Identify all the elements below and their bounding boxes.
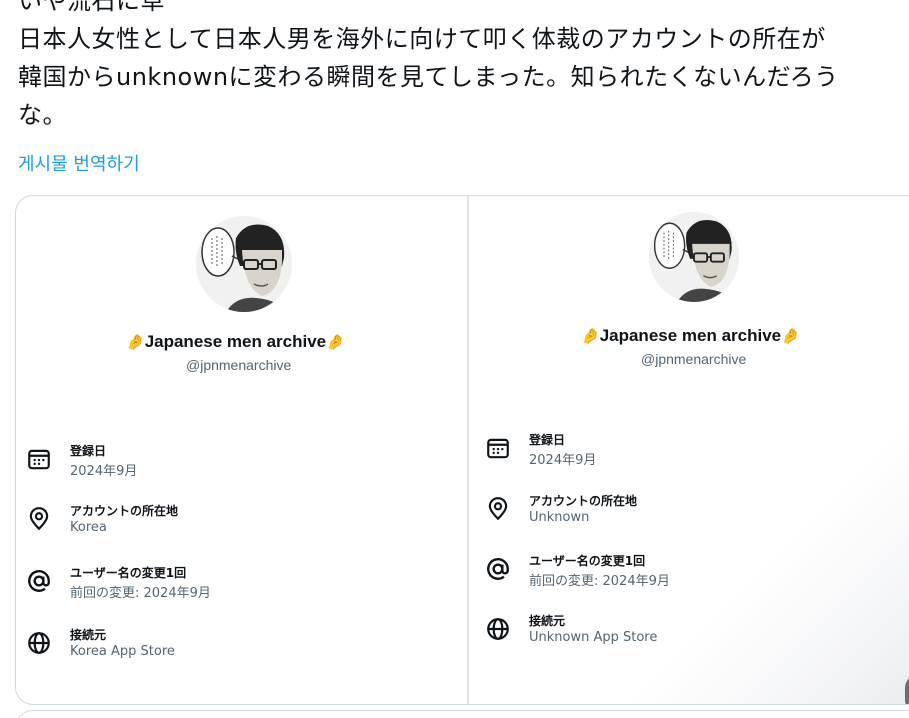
info-label: 接続元 <box>529 614 566 628</box>
attached-image[interactable]: 🤌Japanese men archive🤌 @jpnmenarchive 登録… <box>15 195 909 705</box>
profile-panel-after: 🤌Japanese men archive🤌 @jpnmenarchive 登録… <box>469 196 909 704</box>
info-label: 接続元 <box>70 628 107 642</box>
next-media-card[interactable] <box>15 710 909 718</box>
tweet-text: いや流石に草 日本人女性として日本人男を海外に向けて叩く体裁のアカウントの所在が… <box>18 0 909 134</box>
globe-icon <box>26 630 52 656</box>
info-label: アカウントの所在地 <box>70 504 179 518</box>
at-sign-icon <box>485 556 511 582</box>
tweet-line-1: いや流石に草 <box>18 0 165 15</box>
display-name: 🤌Japanese men archive🤌 <box>126 332 345 351</box>
info-value: Korea <box>70 520 107 535</box>
info-value: Unknown App Store <box>529 630 658 645</box>
pinched-fingers-icon: 🤌 <box>781 328 800 345</box>
calendar-icon <box>485 435 511 461</box>
translate-post-link[interactable]: 게시물 번역하기 <box>18 150 140 176</box>
at-sign-icon <box>26 568 52 594</box>
info-label: ユーザー名の変更1回 <box>70 566 187 580</box>
globe-icon <box>485 616 511 642</box>
avatar <box>196 216 292 312</box>
display-name: 🤌Japanese men archive🤌 <box>581 326 800 345</box>
info-value: 2024年9月 <box>70 464 138 479</box>
info-value: Korea App Store <box>70 644 175 659</box>
location-pin-icon <box>485 496 511 522</box>
info-label: アカウントの所在地 <box>529 494 638 508</box>
pinched-fingers-icon: 🤌 <box>126 334 145 351</box>
tweet-line-3: 韓国からunknownに変わる瞬間を見てしまった。知られたくないんだろう <box>18 63 839 91</box>
pinched-fingers-icon: 🤌 <box>581 328 600 345</box>
tweet-line-2: 日本人女性として日本人男を海外に向けて叩く体裁のアカウントの所在が <box>18 25 826 53</box>
user-handle: @jpnmenarchive <box>641 351 747 367</box>
tweet-line-4: な。 <box>18 101 67 129</box>
user-handle: @jpnmenarchive <box>186 357 292 373</box>
info-value: 前回の変更: 2024年9月 <box>70 586 211 601</box>
info-label: 登録日 <box>70 444 107 458</box>
info-label: 登録日 <box>529 433 566 447</box>
info-label: ユーザー名の変更1回 <box>529 554 646 568</box>
avatar <box>649 212 739 302</box>
info-value: 前回の変更: 2024年9月 <box>529 574 670 589</box>
pinched-fingers-icon: 🤌 <box>326 334 345 351</box>
info-value: Unknown <box>529 510 590 525</box>
tweet-page: いや流石に草 日本人女性として日本人男を海外に向けて叩く体裁のアカウントの所在が… <box>0 0 909 718</box>
calendar-icon <box>26 446 52 472</box>
profile-panel-before: 🤌Japanese men archive🤌 @jpnmenarchive 登録… <box>16 196 467 704</box>
location-pin-icon <box>26 506 52 532</box>
info-value: 2024年9月 <box>529 453 597 468</box>
